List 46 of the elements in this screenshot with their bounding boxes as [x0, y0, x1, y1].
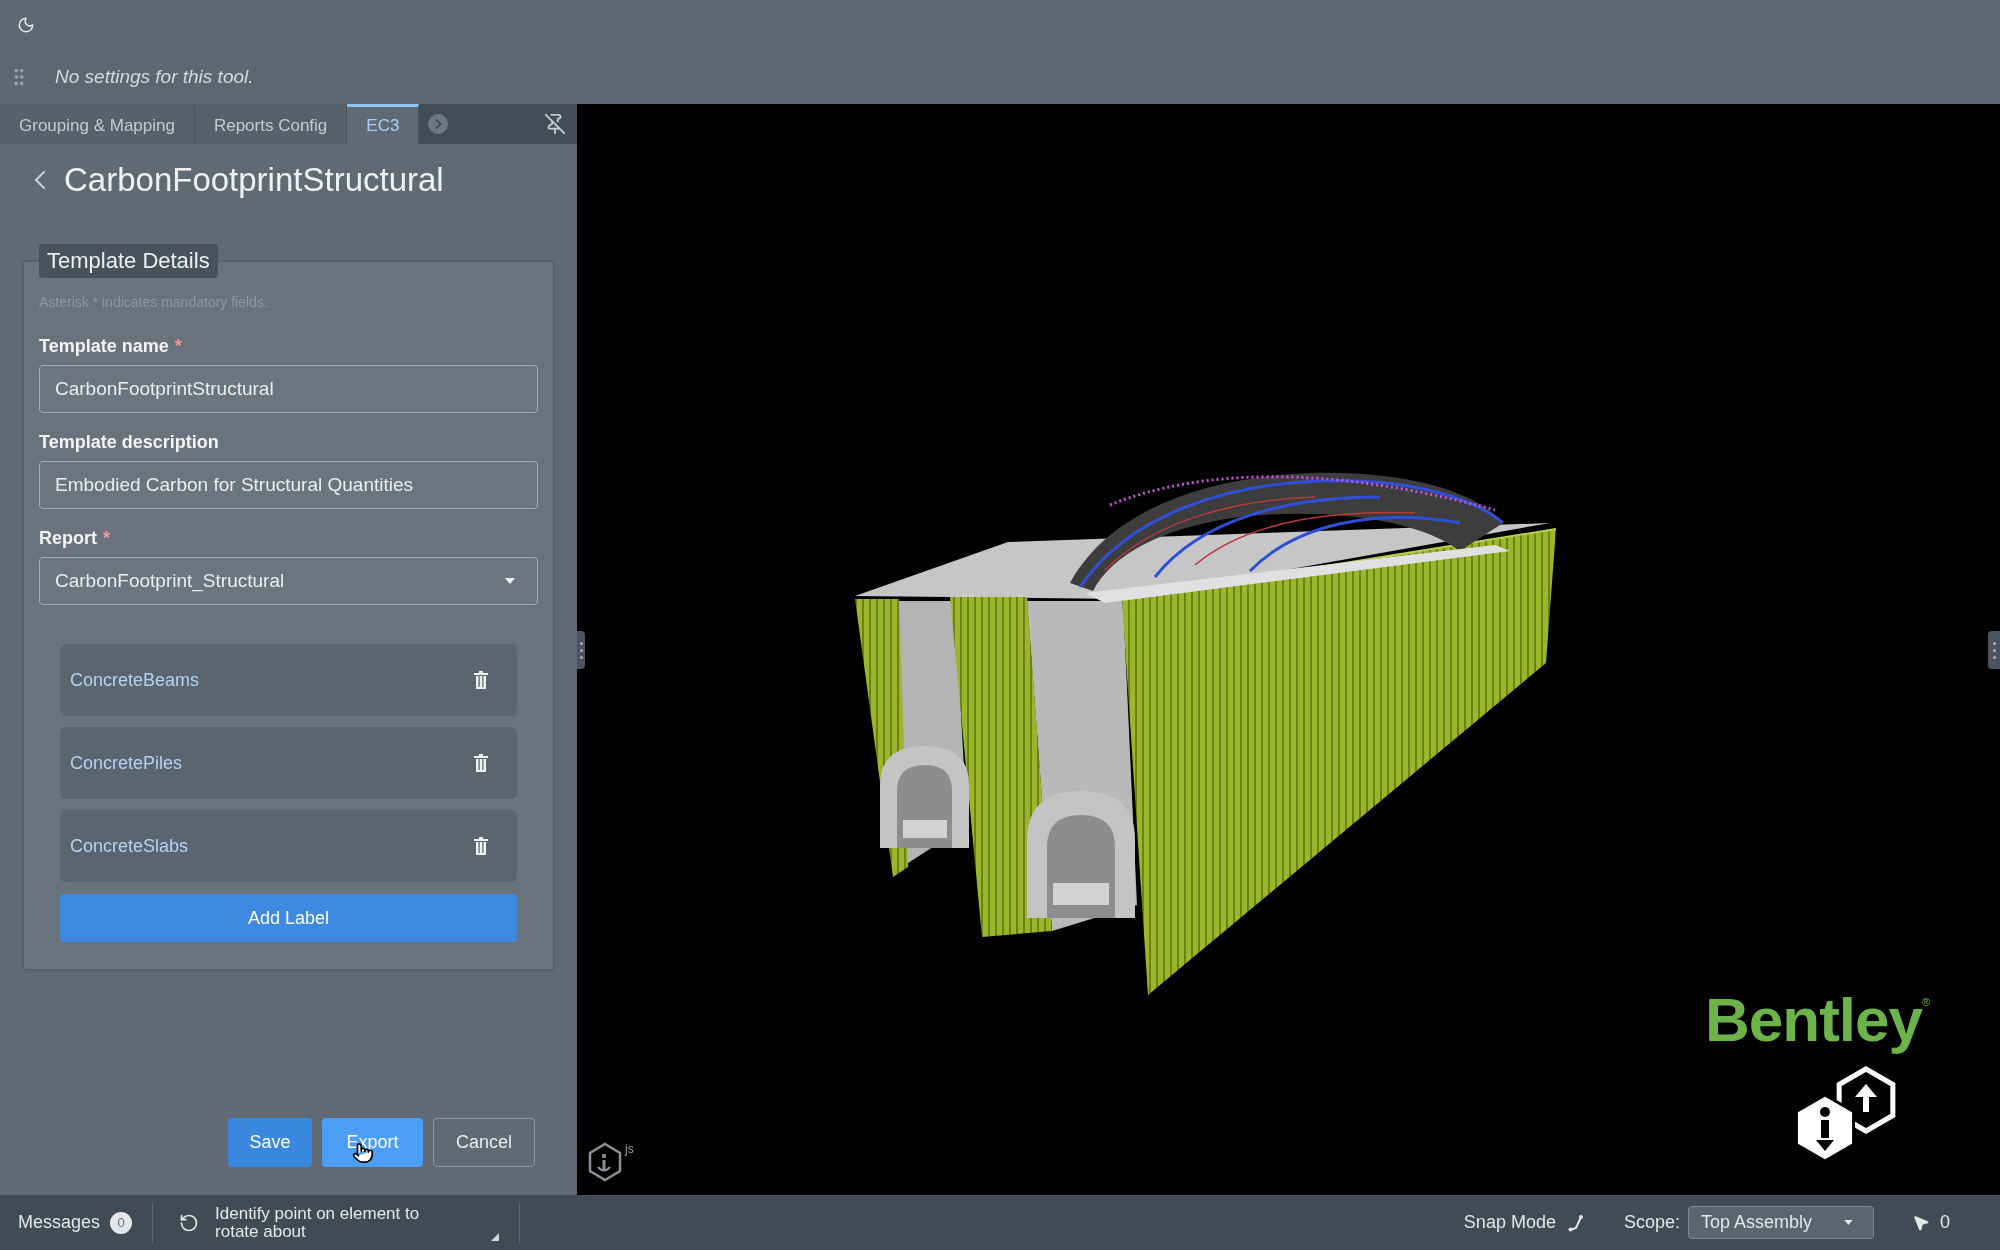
trash-icon[interactable] — [474, 837, 488, 855]
rotate-icon — [179, 1212, 200, 1233]
snap-icon — [1567, 1213, 1584, 1232]
action-button[interactable]: Export — [322, 1118, 423, 1167]
hexagon-logo-icon — [587, 1142, 623, 1182]
add-label-button[interactable]: Add Label — [60, 894, 517, 942]
tool-settings-message: No settings for this tool. — [55, 64, 254, 89]
text-input[interactable]: Embodied Carbon for Structural Quantities — [39, 461, 538, 509]
field-label: Report — [39, 527, 97, 550]
panel-tab[interactable]: EC3 — [347, 104, 420, 144]
logo-label: js — [624, 1142, 635, 1156]
scope-select[interactable]: Top Assembly — [1688, 1206, 1874, 1239]
caret-icon — [505, 578, 515, 584]
panel-title: CarbonFootprintStructural — [64, 160, 444, 201]
logo-text: Bentley — [1705, 988, 1922, 1052]
action-button[interactable]: Cancel — [433, 1118, 535, 1167]
registered-mark: ® — [1921, 996, 1931, 1008]
splitter-handle[interactable] — [577, 631, 585, 669]
messages-button[interactable]: Messages 0 — [18, 1209, 133, 1236]
3d-viewport[interactable]: Bentley® js — [577, 104, 2000, 1195]
text-input[interactable]: CarbonFootprintStructural — [39, 365, 538, 413]
field-label: Template name — [39, 335, 169, 358]
pointer-icon — [1912, 1213, 1930, 1232]
pin-off-icon[interactable] — [544, 113, 566, 135]
resize-grip-icon[interactable] — [491, 1233, 500, 1241]
group-legend: Template Details — [39, 244, 218, 278]
field-label: Template description — [39, 431, 219, 454]
report-select[interactable]: CarbonFootprint_Structural — [39, 557, 538, 605]
selection-count: 0 — [1940, 1211, 1950, 1234]
message-count-badge: 0 — [110, 1211, 133, 1234]
splitter-handle[interactable] — [1988, 631, 2000, 669]
trash-icon[interactable] — [474, 671, 488, 689]
caret-icon — [1844, 1220, 1853, 1225]
panel-tab[interactable]: Grouping & Mapping — [0, 104, 195, 144]
trash-icon[interactable] — [474, 754, 488, 772]
scope-label: Scope: — [1623, 1211, 1680, 1234]
tool-prompt: Identify point on element to rotate about — [215, 1204, 421, 1241]
action-button[interactable]: Save — [228, 1118, 312, 1167]
label-name[interactable]: ConcretePiles — [70, 749, 183, 777]
required-mark: * — [103, 527, 110, 550]
snap-mode-button[interactable]: Snap Mode — [1463, 1209, 1584, 1236]
label-name[interactable]: ConcreteBeams — [70, 666, 200, 694]
required-mark: * — [174, 335, 182, 358]
label-name[interactable]: ConcreteSlabs — [70, 832, 189, 860]
moon-icon[interactable] — [17, 16, 35, 34]
panel-tab[interactable]: Reports Config — [194, 104, 348, 144]
